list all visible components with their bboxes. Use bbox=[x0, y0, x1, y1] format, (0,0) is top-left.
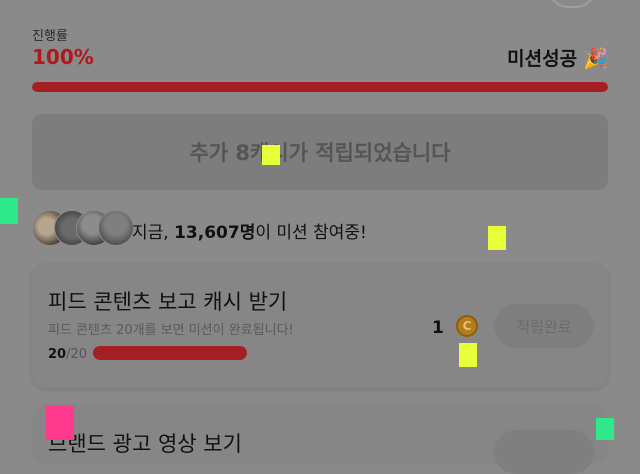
overlay-marker bbox=[459, 343, 477, 367]
mission-button[interactable] bbox=[494, 430, 594, 474]
mission-progress-bar-fill bbox=[93, 346, 247, 360]
mission-card[interactable]: 피드 콘텐츠 보고 캐시 받기 피드 콘텐츠 20개를 보면 미션이 완료됩니다… bbox=[32, 264, 608, 388]
reward-notice-text: 추가 8캐시가 적립되었습니다 bbox=[189, 141, 451, 165]
mission-description: 피드 콘텐츠 20개를 보면 미션이 완료됩니다! bbox=[48, 323, 294, 338]
participants-suffix: 이 미션 참여중! bbox=[255, 223, 367, 243]
mission-page: 진행률 100% 미션성공 🎉 추가 8캐시가 적립되었습니다 지금, 13,6… bbox=[0, 0, 640, 474]
mission-progress-total: /20 bbox=[66, 347, 88, 362]
mission-progress-bar bbox=[93, 346, 247, 360]
reward-amount: 1 bbox=[432, 318, 444, 338]
close-button[interactable] bbox=[548, 0, 596, 8]
mission-status-text: 미션성공 bbox=[507, 48, 578, 70]
participant-count-text: 지금, 13,607명이 미션 참여중! bbox=[132, 218, 367, 243]
progress-label: 진행률 bbox=[32, 29, 68, 44]
participants-prefix: 지금, bbox=[132, 223, 175, 243]
progress-percent: 100% bbox=[32, 45, 94, 69]
mission-status: 미션성공 🎉 bbox=[507, 44, 608, 71]
overlay-marker bbox=[46, 406, 74, 440]
progress-bar bbox=[32, 82, 608, 92]
mission-card[interactable]: 브랜드 광고 영상 보기 bbox=[32, 404, 608, 474]
overlay-marker bbox=[596, 418, 614, 440]
avatar bbox=[98, 210, 134, 246]
reward-notice: 추가 8캐시가 적립되었습니다 bbox=[32, 114, 608, 190]
progress-bar-fill bbox=[32, 82, 608, 92]
party-popper-icon: 🎉 bbox=[583, 45, 608, 70]
overlay-marker bbox=[488, 226, 506, 250]
mission-progress-current: 20 bbox=[48, 347, 67, 362]
coin-icon: C bbox=[456, 315, 478, 337]
overlay-marker bbox=[262, 145, 280, 165]
mission-title: 브랜드 광고 영상 보기 bbox=[48, 432, 242, 456]
mission-progress-count: 20/20 bbox=[48, 347, 87, 362]
participants-count: 13,607명 bbox=[174, 223, 256, 243]
complete-button[interactable]: 적립완료 bbox=[494, 304, 594, 348]
participant-avatars bbox=[32, 210, 134, 246]
overlay-marker bbox=[0, 198, 18, 224]
mission-title: 피드 콘텐츠 보고 캐시 받기 bbox=[48, 290, 288, 314]
coin-glyph: C bbox=[462, 319, 472, 333]
